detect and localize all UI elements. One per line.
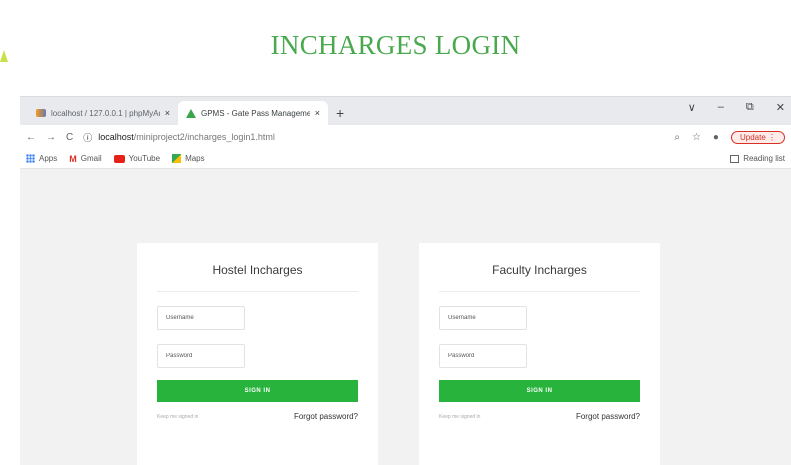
bookmarks-bar: Apps M Gmail YouTube Maps Reading list [20,149,791,169]
bookmark-apps[interactable]: Apps [26,154,57,163]
username-input[interactable] [439,306,527,330]
browser-window: localhost / 127.0.0.1 | phpMyAd × GPMS -… [20,96,791,465]
reading-list-icon [730,154,740,163]
url-host: localhost [98,132,134,142]
zoom-search-icon[interactable]: ⌕ [674,132,680,143]
bookmark-gmail[interactable]: M Gmail [69,154,101,164]
update-label: Update [739,132,766,142]
update-button[interactable]: Update ⋮ [730,130,785,144]
card-heading: Hostel Incharges [212,263,303,277]
close-icon[interactable]: × [315,108,320,118]
reading-list-button[interactable]: Reading list [730,154,785,163]
forward-icon[interactable]: → [46,132,56,143]
sign-in-button[interactable]: SIGN IN [157,380,358,402]
window-controls: ∨ – ⧉ ✕ [688,101,785,114]
youtube-icon [113,154,125,163]
bookmark-label: Maps [185,154,205,163]
page-viewport: Hostel Incharges SIGN IN Keep me signed … [20,169,791,465]
hostel-login-card: Hostel Incharges SIGN IN Keep me signed … [137,243,378,465]
divider [439,291,640,292]
close-icon[interactable]: × [165,108,170,118]
gpms-icon [186,108,196,118]
forgot-password-link[interactable]: Forgot password? [294,412,358,421]
restore-icon[interactable]: ⧉ [746,101,754,114]
menu-icon: ⋮ [768,132,776,142]
bookmark-label: Gmail [80,154,102,163]
slide-title: INCHARGES LOGIN [270,30,521,60]
address-bar[interactable]: ⓘ localhost/miniproject2/incharges_login… [83,131,664,144]
card-heading: Faculty Incharges [492,263,587,277]
bookmark-maps[interactable]: Maps [172,154,205,163]
password-input[interactable] [157,344,245,368]
tab-label: localhost / 127.0.0.1 | phpMyAd [51,108,160,118]
faculty-login-card: Faculty Incharges SIGN IN Keep me signed… [419,243,660,465]
browser-toolbar: ← → C ⓘ localhost/miniproject2/incharges… [20,125,791,149]
bookmark-label: YouTube [128,154,161,163]
maps-icon [172,154,182,163]
keep-signed-in-checkbox[interactable]: Keep me signed in [157,414,198,420]
password-input[interactable] [439,344,527,368]
card-footer: Keep me signed in Forgot password? [439,412,640,421]
bookmark-label: Apps [39,154,58,163]
reading-list-label: Reading list [743,154,785,163]
tab-label: GPMS - Gate Pass Management [201,108,310,118]
minimize-icon[interactable]: – [718,101,724,114]
tab-bar: localhost / 127.0.0.1 | phpMyAd × GPMS -… [20,97,791,125]
new-tab-button[interactable]: + [328,101,352,125]
keep-signed-in-checkbox[interactable]: Keep me signed in [439,414,480,420]
bookmark-star-icon[interactable]: ☆ [692,132,701,143]
url-path: /miniproject2/incharges_login1.html [133,132,275,142]
tab-phpmyadmin[interactable]: localhost / 127.0.0.1 | phpMyAd × [28,101,178,125]
apps-icon [26,154,35,163]
tab-gpms[interactable]: GPMS - Gate Pass Management × [178,101,328,125]
forgot-password-link[interactable]: Forgot password? [576,412,640,421]
window-close-icon[interactable]: ✕ [776,101,785,114]
sign-in-button[interactable]: SIGN IN [439,380,640,402]
gmail-icon: M [69,153,77,164]
info-icon[interactable]: ⓘ [83,131,92,144]
username-input[interactable] [157,306,245,330]
back-icon[interactable]: ← [26,132,36,143]
phpmyadmin-icon [36,109,46,117]
tab-search-icon[interactable]: ∨ [688,101,696,114]
reload-icon[interactable]: C [66,132,73,143]
bookmark-youtube[interactable]: YouTube [113,154,161,163]
profile-icon[interactable]: ● [713,132,719,143]
divider [157,291,358,292]
toolbar-right: ⌕ ☆ ● Update ⋮ [674,130,785,144]
card-footer: Keep me signed in Forgot password? [157,412,358,421]
